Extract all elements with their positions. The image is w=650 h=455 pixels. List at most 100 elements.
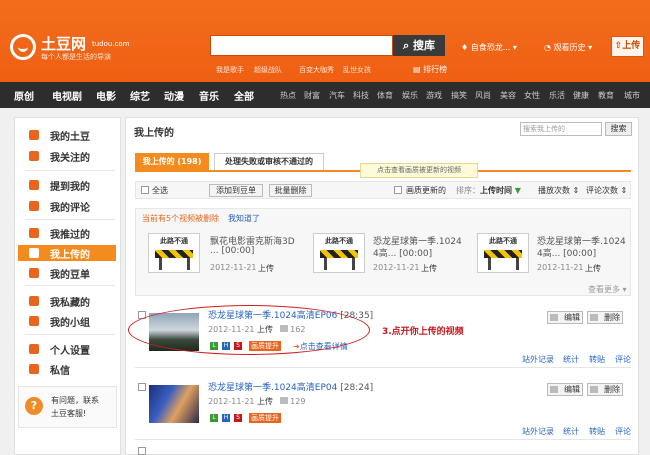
nav-sub-item[interactable]: 风尚 [475, 90, 491, 101]
nav-sub-item[interactable]: 美容 [500, 90, 516, 101]
search-icon: ⌕ [402, 39, 410, 52]
comments-link[interactable]: 评论 [615, 426, 631, 437]
sidebar-item-mentions[interactable]: 提到我的 [18, 177, 116, 193]
video-title-link[interactable]: 恐龙星球第一季.1024高清EP04 [28:24] [208, 380, 373, 393]
barrier-leg [516, 258, 519, 270]
blocked-thumbnail: 此路不通 [313, 233, 365, 273]
help-box[interactable]: ? 有问题，联系 土豆客服! [18, 386, 117, 428]
got-it-link[interactable]: 我知道了 [228, 213, 260, 224]
edit-button[interactable]: 编辑 [547, 311, 583, 324]
uploaded-search-input[interactable]: 搜索我上传的 [520, 122, 602, 136]
group-icon [29, 316, 39, 326]
sidebar-item-uploaded[interactable]: 我上传的 [18, 245, 116, 261]
rank-link[interactable]: ▤ 排行榜 [413, 64, 447, 75]
nav-sub-item[interactable]: 体育 [377, 90, 393, 101]
divider [25, 334, 115, 335]
sort-plays[interactable]: 播放次数 ⇕ [538, 185, 579, 196]
edit-button[interactable]: 编辑 [547, 383, 583, 396]
nav-sub-item[interactable]: 健康 [573, 90, 589, 101]
hot-keyword[interactable]: 我是歌手 [216, 65, 244, 75]
view-more-link[interactable]: 查看更多 ▾ [588, 284, 627, 295]
tab-failed[interactable]: 处理失败或审核不通过的 [214, 153, 324, 170]
user-menu[interactable]: ♦ 自食恐龙... ▾ [461, 42, 517, 53]
user-icon [29, 344, 39, 354]
plays-icon [279, 397, 288, 404]
barrier-leg [352, 258, 355, 270]
search-button[interactable]: ⌕ 搜库 [393, 35, 445, 56]
nav-sub-item[interactable]: 财富 [304, 90, 320, 101]
logo-text[interactable]: 土豆网 [41, 33, 86, 54]
sort-arrow-icon: ⇕ [620, 186, 628, 195]
row-checkbox[interactable] [138, 383, 146, 391]
batch-delete-button[interactable]: 批量删除 [269, 184, 312, 197]
nav-item[interactable]: 音乐 [199, 88, 219, 103]
sidebar-item-groups[interactable]: 我的小组 [18, 313, 116, 329]
stats-link[interactable]: 统计 [563, 426, 579, 437]
user-icon: ♦ [461, 43, 469, 52]
nav-sub-item[interactable]: 游戏 [426, 90, 442, 101]
sidebar-item-settings[interactable]: 个人设置 [18, 341, 116, 357]
chevron-down-icon: ▾ [512, 43, 517, 52]
delete-button[interactable]: 删除 [587, 311, 623, 324]
repost-link[interactable]: 转贴 [589, 426, 605, 437]
nav-item[interactable]: 电影 [96, 88, 116, 103]
nav-sub-item[interactable]: 乐活 [549, 90, 565, 101]
uploaded-search-button[interactable]: 搜索 [605, 122, 632, 136]
nav-sub-item[interactable]: 汽车 [329, 90, 345, 101]
nav-sub-item[interactable]: 娱乐 [402, 90, 418, 101]
nav-sub-item[interactable]: 搞笑 [451, 90, 467, 101]
hot-keyword[interactable]: 百变大咖秀 [299, 65, 334, 75]
close-icon [590, 314, 598, 321]
nav-item[interactable]: 动漫 [164, 88, 184, 103]
sort-comments[interactable]: 评论次数 ⇕ [586, 185, 627, 196]
sidebar-item-following[interactable]: 我关注的 [18, 148, 116, 164]
offsite-records-link[interactable]: 站外记录 [522, 426, 554, 437]
video-thumbnail[interactable] [149, 385, 199, 423]
quality-updated-checkbox[interactable] [394, 186, 402, 194]
quality-updated-label: 画质更新的 [406, 186, 446, 195]
stats-link[interactable]: 统计 [563, 354, 579, 365]
nav-item[interactable]: 综艺 [130, 88, 150, 103]
blocked-label: 此路不通 [160, 237, 188, 245]
deleted-date: 2012-11-21 [537, 263, 584, 272]
at-icon [29, 180, 39, 190]
table-row: 恐龙星球第一季.1024高清EP04 [28:24] 2012-11-21 上传… [135, 378, 631, 440]
nav-item[interactable]: 全部 [234, 88, 254, 103]
nav-item[interactable]: 原创 [14, 88, 34, 103]
nav-sub-item[interactable]: 城市 [624, 90, 640, 101]
nav-sub-item[interactable]: 教育 [598, 90, 614, 101]
sidebar-item-messages[interactable]: 私信 [18, 361, 116, 377]
blocked-label: 此路不通 [489, 237, 517, 245]
sidebar-item-my-tudou[interactable]: 我的土豆 [18, 127, 116, 143]
help-link[interactable]: 土豆客服! [51, 408, 86, 419]
tab-uploaded[interactable]: 我上传的 (198) [135, 153, 209, 170]
nav-sub-item[interactable]: 热点 [280, 90, 296, 101]
delete-button[interactable]: 删除 [587, 383, 623, 396]
sidebar-item-playlists[interactable]: 我的豆单 [18, 265, 116, 281]
sidebar-item-recommended[interactable]: 我推过的 [18, 225, 116, 241]
row-checkbox[interactable] [138, 447, 146, 455]
barrier-icon [484, 250, 522, 258]
slogan: 每个人都是生活的导演 [41, 53, 111, 61]
sidebar-item-favorites[interactable]: 我私藏的 [18, 293, 116, 309]
nav-item[interactable]: 电视剧 [52, 88, 82, 103]
heart-icon [29, 151, 39, 161]
comments-link[interactable]: 评论 [615, 354, 631, 365]
nav-sub-item[interactable]: 科技 [353, 90, 369, 101]
select-all-checkbox[interactable] [141, 186, 149, 194]
nav-sub-item[interactable]: 女性 [524, 90, 540, 101]
offsite-records-link[interactable]: 站外记录 [522, 354, 554, 365]
hot-keyword[interactable]: 乱世女孩 [343, 65, 371, 75]
repost-link[interactable]: 转贴 [589, 354, 605, 365]
upload-button[interactable]: ⇧上传 [611, 36, 644, 57]
search-input[interactable] [210, 35, 393, 56]
add-to-playlist-button[interactable]: 添加到豆单 [209, 184, 263, 197]
edit-icon [550, 386, 558, 393]
sidebar-item-comments[interactable]: 我的评论 [18, 198, 116, 214]
chevron-down-icon: ▾ [588, 43, 593, 52]
history-menu[interactable]: ◔ 观看历史 ▾ [544, 42, 592, 53]
sort-upload-time[interactable]: 上传时间 ▼ [480, 185, 521, 196]
hot-keyword[interactable]: 超级战队 [254, 65, 282, 75]
barrier-leg [324, 258, 327, 270]
tudou-logo-icon[interactable] [10, 34, 36, 60]
